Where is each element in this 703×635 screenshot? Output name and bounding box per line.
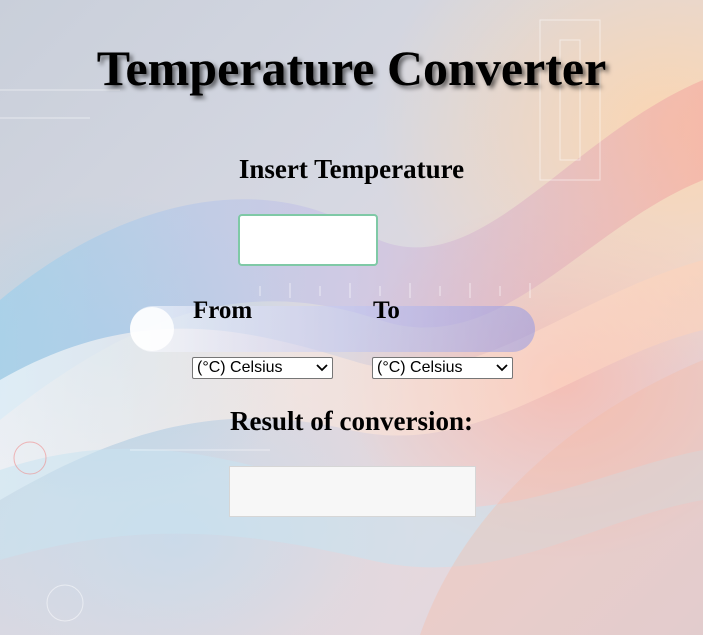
from-unit-selected-value: (°C) Celsius: [197, 359, 283, 376]
result-label: Result of conversion:: [230, 406, 473, 436]
to-label: To: [373, 297, 400, 324]
chevron-down-icon: [496, 362, 508, 374]
to-unit-selected-value: (°C) Celsius: [377, 359, 463, 376]
from-unit-select[interactable]: (°C) Celsius: [192, 357, 333, 379]
page-title: Temperature Converter: [96, 40, 607, 96]
temperature-input[interactable]: [238, 214, 378, 266]
from-label: From: [193, 297, 253, 324]
insert-temperature-label: Insert Temperature: [238, 154, 465, 184]
to-unit-select[interactable]: (°C) Celsius: [372, 357, 513, 379]
chevron-down-icon: [316, 362, 328, 374]
result-output: [229, 466, 476, 517]
